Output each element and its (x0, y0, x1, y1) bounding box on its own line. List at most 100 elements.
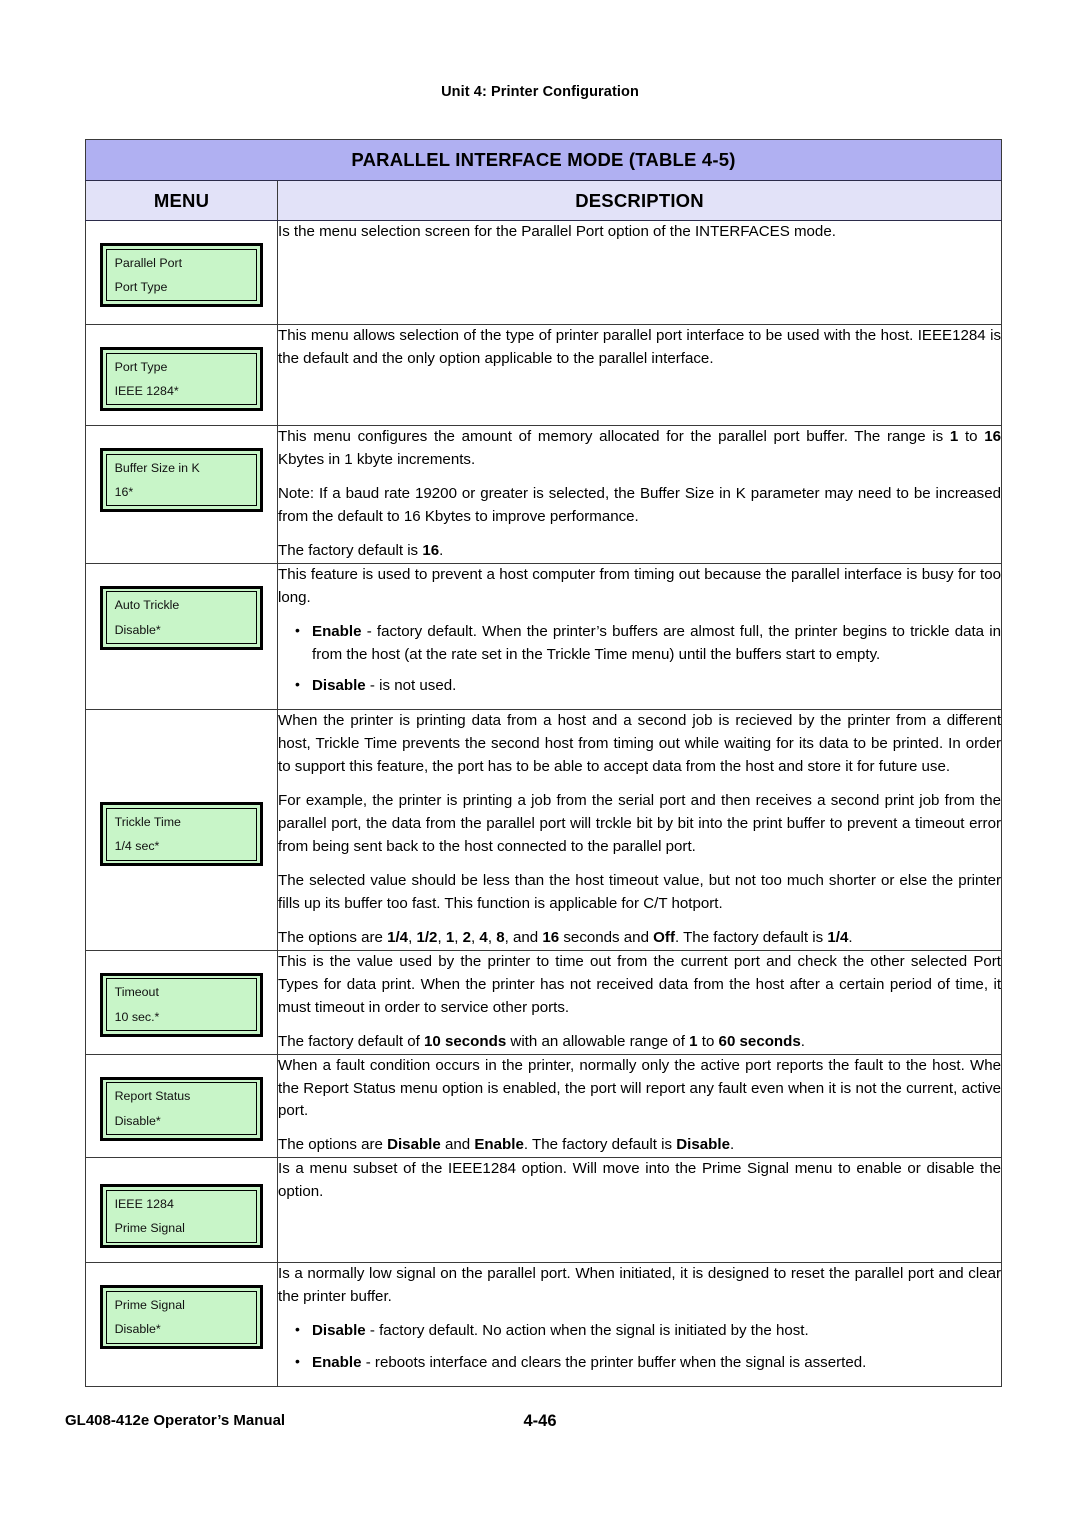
lcd-line-2: Prime Signal (114, 1221, 185, 1236)
text-fragment: The options are (278, 928, 388, 946)
menu-cell: Prime Signal Disable* (85, 1262, 278, 1388)
description-paragraph: The options are Disable and Enable. The … (278, 1134, 1001, 1157)
lcd-panel-timeout: Timeout 10 sec.* (100, 972, 263, 1037)
lcd-panel-port-type: Port Type IEEE 1284* (100, 347, 263, 411)
option-text: - factory default. When the printer’s bu… (312, 622, 1002, 663)
description-paragraph: The selected value should be less than t… (278, 872, 1002, 912)
description-paragraph: This is the value used by the printer to… (278, 952, 1002, 1016)
description-paragraph: When a fault condition occurs in the pri… (278, 1056, 1002, 1120)
text-fragment: . (729, 1136, 735, 1154)
description-paragraph: This menu configures the amount of memor… (278, 426, 1001, 472)
text-fragment: with an allowable range of (506, 1032, 690, 1050)
table-row: Report Status Disable* When a fault cond… (85, 1053, 1003, 1159)
menu-cell: Parallel Port Port Type (85, 220, 278, 325)
parallel-interface-mode-table: PARALLEL INTERFACE MODE (TABLE 4-5) MENU… (84, 139, 1003, 1388)
bold-value: 16 (422, 541, 440, 559)
table-row: Timeout 10 sec.* This is the value used … (85, 949, 1003, 1055)
text-fragment: seconds and (559, 928, 654, 946)
lcd-line-2: Disable* (114, 622, 161, 637)
text-fragment: . The factory default is (523, 1136, 677, 1154)
lcd-line-1: Parallel Port (114, 255, 183, 270)
bold-value: 60 seconds (718, 1032, 801, 1050)
description-paragraph: Is a normally low signal on the parallel… (278, 1265, 1002, 1306)
lcd-line-1: IEEE 1284 (114, 1196, 174, 1211)
description-paragraph: The factory default of 10 seconds with a… (278, 1031, 1001, 1054)
lcd-line-1: Auto Trickle (114, 598, 180, 613)
text-fragment: This menu configures the amount of memor… (278, 428, 950, 445)
description-cell: Is a normally low signal on the parallel… (276, 1262, 1003, 1388)
parallel-interface-mode-table-wrapper: PARALLEL INTERFACE MODE (TABLE 4-5) MENU… (84, 139, 1003, 1388)
lcd-line-2: 10 sec.* (114, 1009, 160, 1024)
description-paragraph: Is the menu selection screen for the Par… (278, 223, 836, 240)
bold-value: Disable (676, 1136, 730, 1154)
bold-value: Disable (387, 1136, 441, 1154)
text-fragment: to (697, 1032, 719, 1050)
text-fragment: The options are (278, 1136, 388, 1154)
description-cell: This is the value used by the printer to… (276, 949, 1003, 1055)
lcd-line-2: Disable* (114, 1322, 161, 1337)
menu-cell: Report Status Disable* (85, 1053, 278, 1159)
description-paragraph: The factory default is 16. (278, 540, 1001, 563)
lcd-panel-parallel-port: Parallel Port Port Type (100, 243, 263, 307)
text-fragment: The factory default is (278, 541, 423, 559)
lcd-line-1: Trickle Time (114, 814, 181, 829)
menu-cell: Auto Trickle Disable* (85, 562, 278, 711)
bold-value: 4 (479, 928, 488, 946)
text-fragment: , (437, 928, 446, 946)
bold-value: 1 (445, 928, 455, 946)
lcd-line-2: 1/4 sec* (114, 839, 160, 854)
option-text: - factory default. No action when the si… (365, 1322, 809, 1340)
page-footer: GL408-412e Operator’s Manual 4-46 (0, 1412, 1080, 1438)
bold-value: Enable (474, 1136, 524, 1154)
lcd-line-1: Report Status (114, 1089, 191, 1104)
table-row: Buffer Size in K 16* This menu configure… (85, 425, 1003, 564)
column-header-description: DESCRIPTION (276, 180, 1003, 221)
table-row: IEEE 1284 Prime Signal Is a menu subset … (85, 1157, 1003, 1264)
column-header-menu: MENU (85, 180, 278, 221)
bold-value: 1/2 (416, 928, 438, 946)
lcd-panel-buffer-size: Buffer Size in K 16* (100, 448, 263, 512)
description-cell: This menu configures the amount of memor… (276, 425, 1003, 564)
bold-value: 10 seconds (424, 1032, 507, 1050)
description-cell: When the printer is printing data from a… (276, 709, 1003, 951)
description-cell: Is the menu selection screen for the Par… (276, 220, 1003, 325)
lcd-panel-trickle-time: Trickle Time 1/4 sec* (100, 802, 263, 867)
text-fragment: , (454, 928, 463, 946)
option-label: Enable (312, 1354, 362, 1372)
menu-cell: IEEE 1284 Prime Signal (85, 1157, 278, 1264)
text-fragment: The factory default of (278, 1032, 424, 1050)
lcd-panel-auto-trickle: Auto Trickle Disable* (100, 585, 263, 650)
lcd-line-2: 16* (114, 485, 134, 499)
table-row: Auto Trickle Disable* This feature is us… (85, 562, 1003, 711)
text-fragment: . The factory default is (674, 928, 828, 946)
menu-cell: Timeout 10 sec.* (85, 949, 278, 1055)
description-paragraph: The options are 1/4, 1/2, 1, 2, 4, 8, an… (278, 927, 1001, 950)
bold-value: 1 (949, 428, 959, 445)
menu-cell: Trickle Time 1/4 sec* (85, 709, 278, 951)
text-fragment: . (848, 928, 853, 946)
lcd-panel-report-status: Report Status Disable* (100, 1076, 263, 1141)
table-row: Prime Signal Disable* Is a normally low … (85, 1262, 1003, 1388)
bold-value: 2 (462, 928, 472, 946)
description-cell: This feature is used to prevent a host c… (276, 562, 1003, 711)
table-header-row: MENU DESCRIPTION (85, 180, 1003, 221)
description-cell: When a fault condition occurs in the pri… (276, 1053, 1003, 1159)
lcd-panel-ieee-1284: IEEE 1284 Prime Signal (100, 1184, 263, 1249)
option-bullet-disable: Disable - is not used. (295, 674, 1001, 698)
description-paragraph: For example, the printer is printing a j… (278, 792, 1002, 856)
table-row: Port Type IEEE 1284* This menu allows se… (85, 324, 1003, 426)
text-fragment: , (487, 928, 497, 946)
bold-value: 8 (496, 928, 505, 946)
lcd-line-2: Port Type (114, 280, 168, 294)
document-page: Unit 4: Printer Configuration PARALLEL I… (0, 0, 1080, 1528)
menu-cell: Port Type IEEE 1284* (85, 324, 278, 426)
lcd-line-1: Buffer Size in K (114, 460, 200, 475)
option-label: Disable (312, 677, 366, 695)
text-fragment: , and (504, 928, 543, 946)
bold-value: Off (653, 928, 675, 946)
text-fragment: . (800, 1032, 805, 1050)
running-head: Unit 4: Printer Configuration (441, 84, 639, 100)
lcd-line-2: Disable* (114, 1113, 161, 1128)
text-fragment: Kbytes in 1 kbyte increments. (278, 450, 476, 468)
text-fragment: . (439, 541, 444, 559)
